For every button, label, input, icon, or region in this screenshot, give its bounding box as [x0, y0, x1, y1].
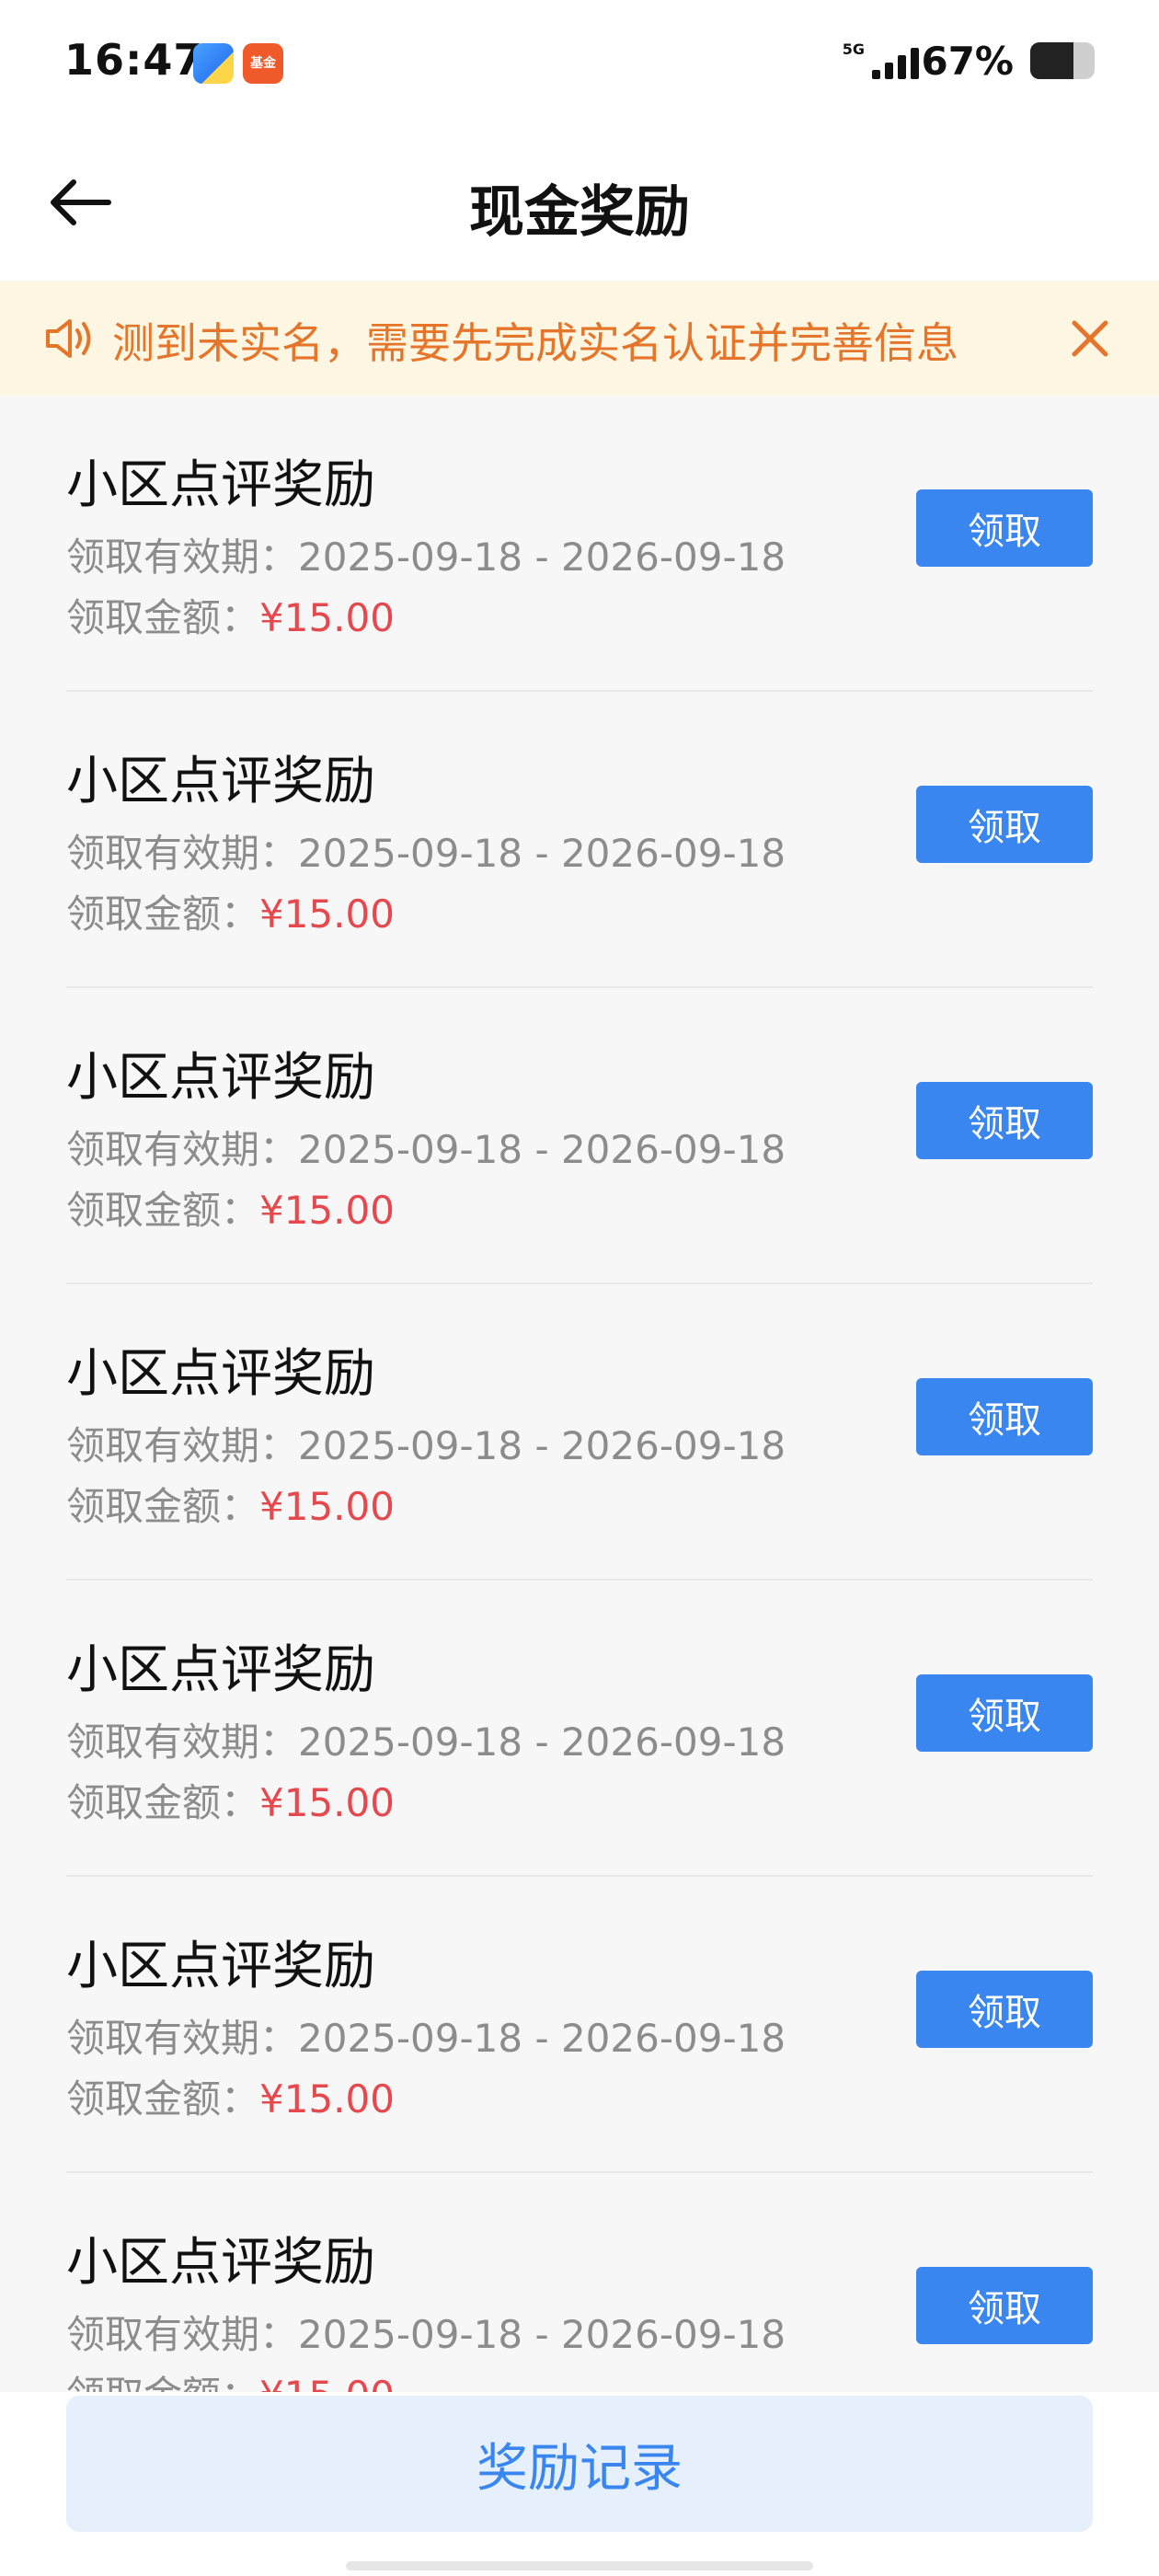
reward-item: 小区点评奖励 领取有效期：2025-09-18 - 2026-09-18 领取金…	[66, 396, 1093, 692]
status-time: 16:47	[64, 35, 204, 85]
speaker-icon	[46, 319, 91, 358]
home-indicator[interactable]	[346, 2561, 813, 2570]
amount-label: 领取金额：	[66, 2076, 260, 2122]
validity-dates: 2025-09-18 - 2026-09-18	[298, 1423, 786, 1468]
validity-label: 领取有效期：	[66, 1127, 299, 1172]
amount-label: 领取金额：	[66, 891, 260, 937]
claim-button[interactable]: 领取	[916, 1971, 1093, 2048]
reward-validity: 领取有效期：2025-09-18 - 2026-09-18	[66, 1415, 786, 1471]
validity-dates: 2025-09-18 - 2026-09-18	[298, 2016, 786, 2061]
amount-value: ¥15.00	[259, 1188, 395, 1233]
reward-validity: 领取有效期：2025-09-18 - 2026-09-18	[66, 526, 786, 582]
reward-title: 小区点评奖励	[66, 1937, 375, 1996]
reward-record-button[interactable]: 奖励记录	[66, 2396, 1093, 2532]
fund-app-notification-icon: 基金	[243, 43, 283, 84]
reward-item: 小区点评奖励 领取有效期：2025-09-18 - 2026-09-18 领取金…	[66, 1284, 1093, 1581]
reward-title: 小区点评奖励	[66, 1048, 375, 1108]
validity-label: 领取有效期：	[66, 1423, 299, 1468]
validity-dates: 2025-09-18 - 2026-09-18	[298, 2312, 786, 2357]
signal-icon	[868, 42, 927, 79]
claim-button[interactable]: 领取	[916, 1082, 1093, 1159]
notice-banner: 测到未实名，需要先完成实名认证并完善信息	[0, 281, 1159, 396]
reward-title: 小区点评奖励	[66, 1640, 375, 1700]
reward-validity: 领取有效期：2025-09-18 - 2026-09-18	[66, 2304, 786, 2360]
reward-item: 小区点评奖励 领取有效期：2025-09-18 - 2026-09-18 领取金…	[66, 988, 1093, 1284]
reward-item: 小区点评奖励 领取有效期：2025-09-18 - 2026-09-18 领取金…	[66, 692, 1093, 988]
reward-amount: 领取金额：¥15.00	[66, 2068, 395, 2124]
amount-value: ¥15.00	[259, 595, 395, 640]
reward-item: 小区点评奖励 领取有效期：2025-09-18 - 2026-09-18 领取金…	[66, 1877, 1093, 2173]
amount-value: ¥15.00	[259, 2373, 395, 2392]
amount-value: ¥15.00	[259, 2076, 395, 2122]
reward-amount: 领取金额：¥15.00	[66, 883, 395, 939]
claim-button[interactable]: 领取	[916, 489, 1093, 567]
battery-icon	[1030, 42, 1095, 79]
reward-validity: 领取有效期：2025-09-18 - 2026-09-18	[66, 1119, 786, 1175]
reward-title: 小区点评奖励	[66, 1344, 375, 1404]
validity-label: 领取有效期：	[66, 2016, 299, 2061]
reward-amount: 领取金额：¥15.00	[66, 587, 395, 643]
validity-dates: 2025-09-18 - 2026-09-18	[298, 1719, 786, 1765]
amount-label: 领取金额：	[66, 1484, 260, 1529]
validity-label: 领取有效期：	[66, 831, 299, 876]
claim-button[interactable]: 领取	[916, 786, 1093, 863]
nav-bar: 现金奖励	[0, 129, 1159, 281]
validity-label: 领取有效期：	[66, 2312, 299, 2357]
status-bar: 16:47 基金 5G 67%	[0, 0, 1159, 129]
validity-label: 领取有效期：	[66, 1719, 299, 1765]
reward-validity: 领取有效期：2025-09-18 - 2026-09-18	[66, 822, 786, 879]
reward-amount: 领取金额：¥15.00	[66, 1476, 395, 1532]
claim-button[interactable]: 领取	[916, 2267, 1093, 2344]
amount-value: ¥15.00	[259, 1780, 395, 1825]
claim-button[interactable]: 领取	[916, 1378, 1093, 1455]
app-notification-icon	[193, 43, 234, 84]
notice-text: 测到未实名，需要先完成实名认证并完善信息	[112, 318, 958, 368]
reward-amount: 领取金额：¥15.00	[66, 2364, 395, 2392]
amount-label: 领取金额：	[66, 1780, 260, 1825]
battery-percent: 67%	[921, 39, 1014, 84]
amount-value: ¥15.00	[259, 891, 395, 937]
reward-title: 小区点评奖励	[66, 455, 375, 515]
amount-label: 领取金额：	[66, 2373, 259, 2392]
amount-value: ¥15.00	[259, 1484, 395, 1529]
claim-button[interactable]: 领取	[916, 1674, 1093, 1752]
reward-item: 小区点评奖励 领取有效期：2025-09-18 - 2026-09-18 领取金…	[66, 2173, 1093, 2392]
reward-list[interactable]: 小区点评奖励 领取有效期：2025-09-18 - 2026-09-18 领取金…	[0, 396, 1159, 2392]
reward-amount: 领取金额：¥15.00	[66, 1772, 395, 1828]
validity-dates: 2025-09-18 - 2026-09-18	[298, 535, 786, 580]
network-type: 5G	[842, 40, 865, 58]
reward-title: 小区点评奖励	[66, 752, 375, 811]
validity-dates: 2025-09-18 - 2026-09-18	[298, 831, 786, 876]
validity-label: 领取有效期：	[66, 535, 299, 580]
reward-amount: 领取金额：¥15.00	[66, 1179, 395, 1236]
validity-dates: 2025-09-18 - 2026-09-18	[298, 1127, 786, 1172]
amount-label: 领取金额：	[66, 595, 260, 640]
battery-fill	[1030, 42, 1073, 79]
page-title: 现金奖励	[469, 180, 690, 245]
amount-label: 领取金额：	[66, 1188, 260, 1233]
close-icon[interactable]	[1067, 316, 1113, 362]
reward-title: 小区点评奖励	[66, 2233, 375, 2293]
reward-validity: 领取有效期：2025-09-18 - 2026-09-18	[66, 2007, 786, 2064]
reward-validity: 领取有效期：2025-09-18 - 2026-09-18	[66, 1711, 786, 1767]
reward-item: 小区点评奖励 领取有效期：2025-09-18 - 2026-09-18 领取金…	[66, 1581, 1093, 1877]
